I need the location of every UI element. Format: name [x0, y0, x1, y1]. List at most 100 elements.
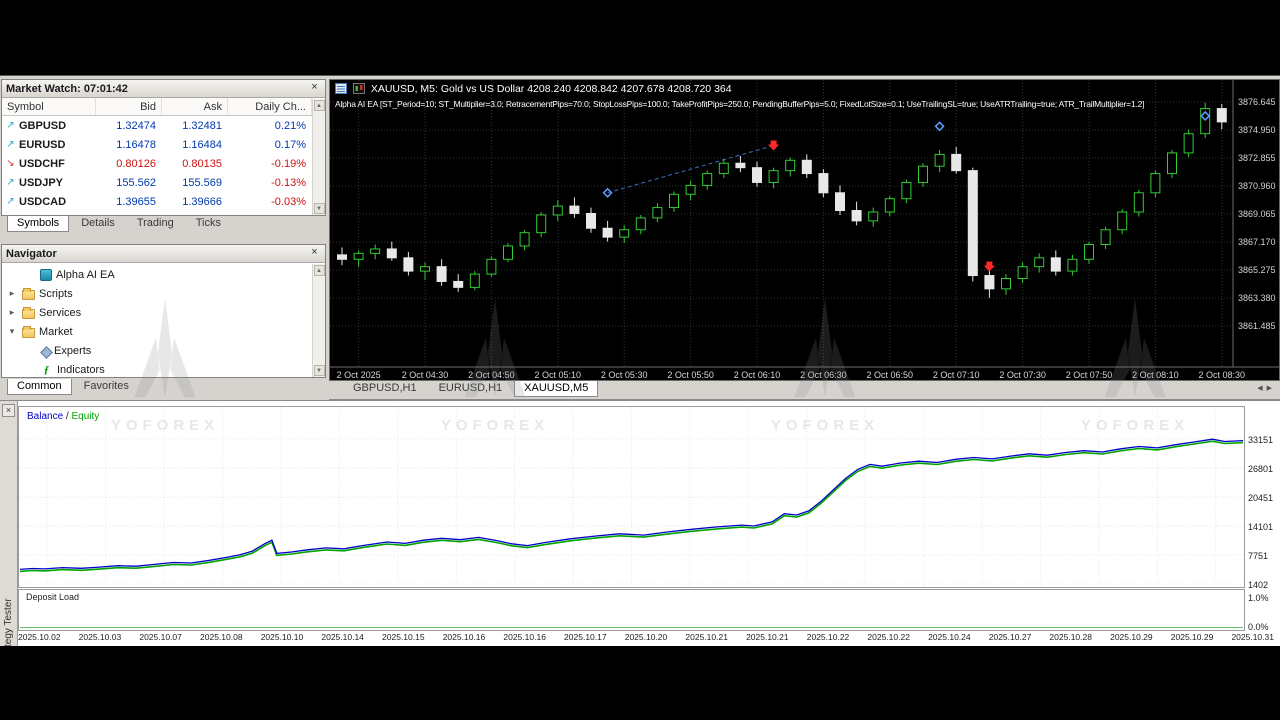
daily-change-cell: -0.03%: [271, 195, 306, 208]
market-watch-panel: Market Watch: 07:01:42 × Symbol Bid Ask Dai…: [1, 79, 326, 216]
scroll-up-icon[interactable]: ▲: [313, 265, 325, 276]
daily-change-cell: -0.13%: [271, 176, 306, 189]
deposit-load-strip: Deposit Load: [18, 589, 1245, 631]
tab-scroll-left-icon[interactable]: ◀: [1257, 384, 1262, 392]
market-watch-tab-details[interactable]: Details: [71, 216, 125, 232]
ea-parameters-line: Alpha AI EA [ST_Period=10; ST_Multiplier…: [335, 99, 1145, 109]
navigator-item-services[interactable]: ▸ Services: [2, 303, 325, 322]
svg-text:3876.645: 3876.645: [1238, 97, 1276, 107]
chart-tab-eurusd-h1[interactable]: EURUSD,H1: [429, 381, 513, 397]
candlestick-chart[interactable]: 3876.645 3874.950 3872.855 3870.960 3869.065…: [330, 80, 1279, 380]
date-tick-label: 2025.10.22: [806, 632, 850, 642]
symbol-label: GBPUSD: [19, 119, 67, 132]
svg-text:2 Oct 05:30: 2 Oct 05:30: [601, 370, 648, 380]
strategy-tester-tab[interactable]: × tegy Tester: [0, 401, 18, 648]
item-label: Alpha AI EA: [56, 268, 115, 281]
tick-up-icon: ↗: [6, 139, 15, 150]
navigator-item-scripts[interactable]: ▸ Scripts: [2, 284, 325, 303]
ask-cell: 1.16484: [182, 138, 222, 151]
tester-date-axis: 2025.10.02 2025.10.03 2025.10.07 2025.10.08…: [18, 632, 1274, 642]
bid-cell: 1.16478: [116, 138, 156, 151]
date-tick-label: 2025.10.16: [442, 632, 486, 642]
market-watch-close-icon[interactable]: ×: [308, 82, 321, 95]
scroll-up-icon[interactable]: ▲: [313, 100, 325, 111]
date-tick-label: 2025.10.24: [928, 632, 971, 642]
market-watch-header-row: Symbol Bid Ask Daily Ch...: [2, 98, 325, 116]
market-watch-row-gbpusd[interactable]: ↗ GBPUSD 1.32474 1.32481 0.21%: [2, 116, 325, 135]
date-tick-label: 2025.10.15: [382, 632, 425, 642]
navigator-scrollbar[interactable]: ▲ ▼: [312, 264, 325, 377]
symbol-cell: ↗ EURUSD: [2, 139, 96, 151]
navigator-item-experts[interactable]: Experts: [2, 341, 325, 360]
svg-text:2 Oct 07:10: 2 Oct 07:10: [933, 370, 980, 380]
market-watch-row-usdjpy[interactable]: ↗ USDJPY 155.562 155.569 -0.13%: [2, 173, 325, 192]
date-tick-label: 2025.10.29: [1110, 632, 1153, 642]
chart-menu-icon[interactable]: [335, 83, 347, 97]
tick-up-icon: ↗: [6, 196, 15, 207]
deposit-load-line: [20, 627, 1243, 628]
market-watch-tab-trading[interactable]: Trading: [127, 216, 184, 232]
tab-scroll-right-icon[interactable]: ▶: [1267, 384, 1272, 392]
tester-value-axis: 33151 26801 20451 14101 7751 1402 1.0% 0.0%: [1248, 401, 1280, 648]
candle-style-icon[interactable]: [352, 83, 365, 97]
ask-cell: 0.80135: [182, 157, 222, 170]
daily-change-cell: 0.21%: [274, 119, 306, 132]
market-watch-tab-ticks[interactable]: Ticks: [186, 216, 231, 232]
svg-text:2 Oct 05:50: 2 Oct 05:50: [667, 370, 714, 380]
svg-text:2 Oct 04:50: 2 Oct 04:50: [468, 370, 515, 380]
bid-cell: 0.80126: [116, 157, 156, 170]
scroll-down-icon[interactable]: ▼: [313, 365, 325, 376]
symbol-label: EURUSD: [19, 138, 66, 151]
indicators-icon: ƒ: [43, 363, 50, 376]
svg-text:2 Oct 06:50: 2 Oct 06:50: [867, 370, 914, 380]
market-watch-row-usdcad[interactable]: ↗ USDCAD 1.39655 1.39666 -0.03%: [2, 192, 325, 211]
balance-equity-chart[interactable]: [18, 406, 1245, 588]
svg-text:2 Oct 05:10: 2 Oct 05:10: [535, 370, 582, 380]
navigator-item-market[interactable]: ▾ Market: [2, 322, 325, 341]
navigator-titlebar: Navigator ×: [2, 245, 325, 263]
navigator-item-indicators[interactable]: ƒ Indicators: [2, 360, 325, 379]
market-watch-scrollbar[interactable]: ▲ ▼: [312, 99, 325, 215]
value-tick-label: 1402: [1248, 579, 1269, 590]
chart-tab-xauusd-m5[interactable]: XAUUSD,M5: [514, 381, 599, 397]
svg-text:2 Oct 08:30: 2 Oct 08:30: [1199, 370, 1246, 380]
column-header-daily-ch-: Daily Ch...: [228, 98, 312, 115]
value-tick-label: 20451: [1248, 492, 1274, 503]
date-tick-label: 2025.10.10: [260, 632, 304, 642]
tester-close-icon[interactable]: ×: [2, 404, 15, 417]
experts-icon: [40, 346, 50, 356]
tree-collapsed-icon[interactable]: ▸: [6, 288, 18, 299]
ask-cell: 1.39666: [182, 195, 222, 208]
svg-text:3863.380: 3863.380: [1238, 293, 1276, 303]
chart-window: 3876.645 3874.950 3872.855 3870.960 3869.065…: [329, 79, 1280, 381]
symbol-cell: ↗ USDCAD: [2, 196, 96, 208]
tree-collapsed-icon[interactable]: ▸: [6, 307, 18, 318]
letterbox-bottom: [0, 646, 1280, 720]
date-tick-label: 2025.10.17: [564, 632, 607, 642]
symbol-cell: ↘ USDCHF: [2, 158, 96, 170]
item-label: Indicators: [57, 363, 105, 376]
scroll-down-icon[interactable]: ▼: [313, 203, 325, 214]
date-tick-label: 2025.10.14: [321, 632, 364, 642]
svg-text:3872.855: 3872.855: [1238, 153, 1276, 163]
value-tick-label: 14101: [1248, 521, 1274, 532]
market-watch-table: Symbol Bid Ask Daily Ch... ↗ GBPUSD 1.32474 1.3…: [2, 98, 325, 211]
svg-text:2 Oct 06:30: 2 Oct 06:30: [800, 370, 847, 380]
market-watch-row-eurusd[interactable]: ↗ EURUSD 1.16478 1.16484 0.17%: [2, 135, 325, 154]
chart-title-text: XAUUSD, M5: Gold vs US Dollar 4208.240 4…: [370, 83, 732, 95]
date-tick-label: 2025.10.07: [139, 632, 182, 642]
navigator-tab-common[interactable]: Common: [7, 379, 72, 395]
item-label: Experts: [54, 344, 92, 357]
mt5-workspace: Market Watch: 07:01:42 × Symbol Bid Ask Dai…: [0, 75, 1280, 648]
navigator-item-alpha-ai-ea[interactable]: Alpha AI EA: [2, 265, 325, 284]
market-watch-tab-symbols[interactable]: Symbols: [7, 216, 70, 232]
tree-expanded-icon[interactable]: ▾: [6, 326, 18, 337]
navigator-close-icon[interactable]: ×: [308, 247, 321, 260]
navigator-tree: Alpha AI EA ▸ Scripts ▸ Services ▾ Market Exper…: [2, 263, 325, 379]
chart-tab-gbpusd-h1[interactable]: GBPUSD,H1: [343, 381, 427, 397]
navigator-tab-favorites[interactable]: Favorites: [74, 379, 139, 395]
value-tick-label: 33151: [1248, 434, 1274, 445]
svg-text:3870.960: 3870.960: [1238, 181, 1276, 191]
date-tick-label: 2025.10.31: [1231, 632, 1274, 642]
market-watch-row-usdchf[interactable]: ↘ USDCHF 0.80126 0.80135 -0.19%: [2, 154, 325, 173]
